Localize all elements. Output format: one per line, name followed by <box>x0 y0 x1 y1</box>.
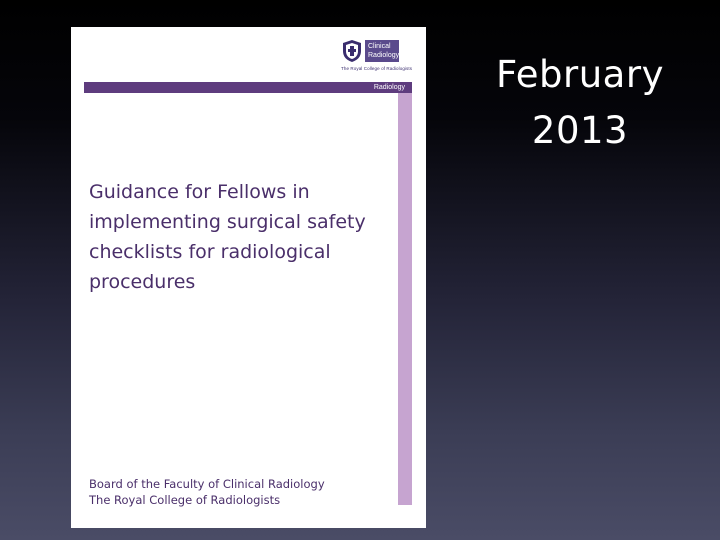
title-line: checklists for radiological <box>89 241 331 263</box>
document-cover: Clinical Radiology The Royal College of … <box>71 27 426 528</box>
date-month: February <box>496 53 664 96</box>
college-crest-icon <box>343 40 361 62</box>
publisher-line: Board of the Faculty of Clinical Radiolo… <box>89 477 325 491</box>
title-line: implementing surgical safety <box>89 211 366 233</box>
college-logo: Clinical Radiology The Royal College of … <box>341 39 419 81</box>
section-band: Radiology <box>84 82 412 93</box>
title-line: procedures <box>89 271 196 293</box>
document-title: Guidance for Fellows in implementing sur… <box>89 177 389 297</box>
publisher-block: Board of the Faculty of Clinical Radiolo… <box>89 476 389 508</box>
date-year: 2013 <box>531 109 629 152</box>
slide-date: February 2013 <box>470 47 690 159</box>
logo-wordmark: Clinical Radiology <box>365 40 399 62</box>
logo-tagline: The Royal College of Radiologists <box>341 66 413 71</box>
logo-line-1: Clinical <box>368 43 391 50</box>
logo-line-2: Radiology <box>368 52 400 59</box>
title-line: Guidance for Fellows in <box>89 181 310 203</box>
publisher-line: The Royal College of Radiologists <box>89 493 281 507</box>
side-strip <box>398 93 412 505</box>
band-label: Radiology <box>373 84 405 91</box>
